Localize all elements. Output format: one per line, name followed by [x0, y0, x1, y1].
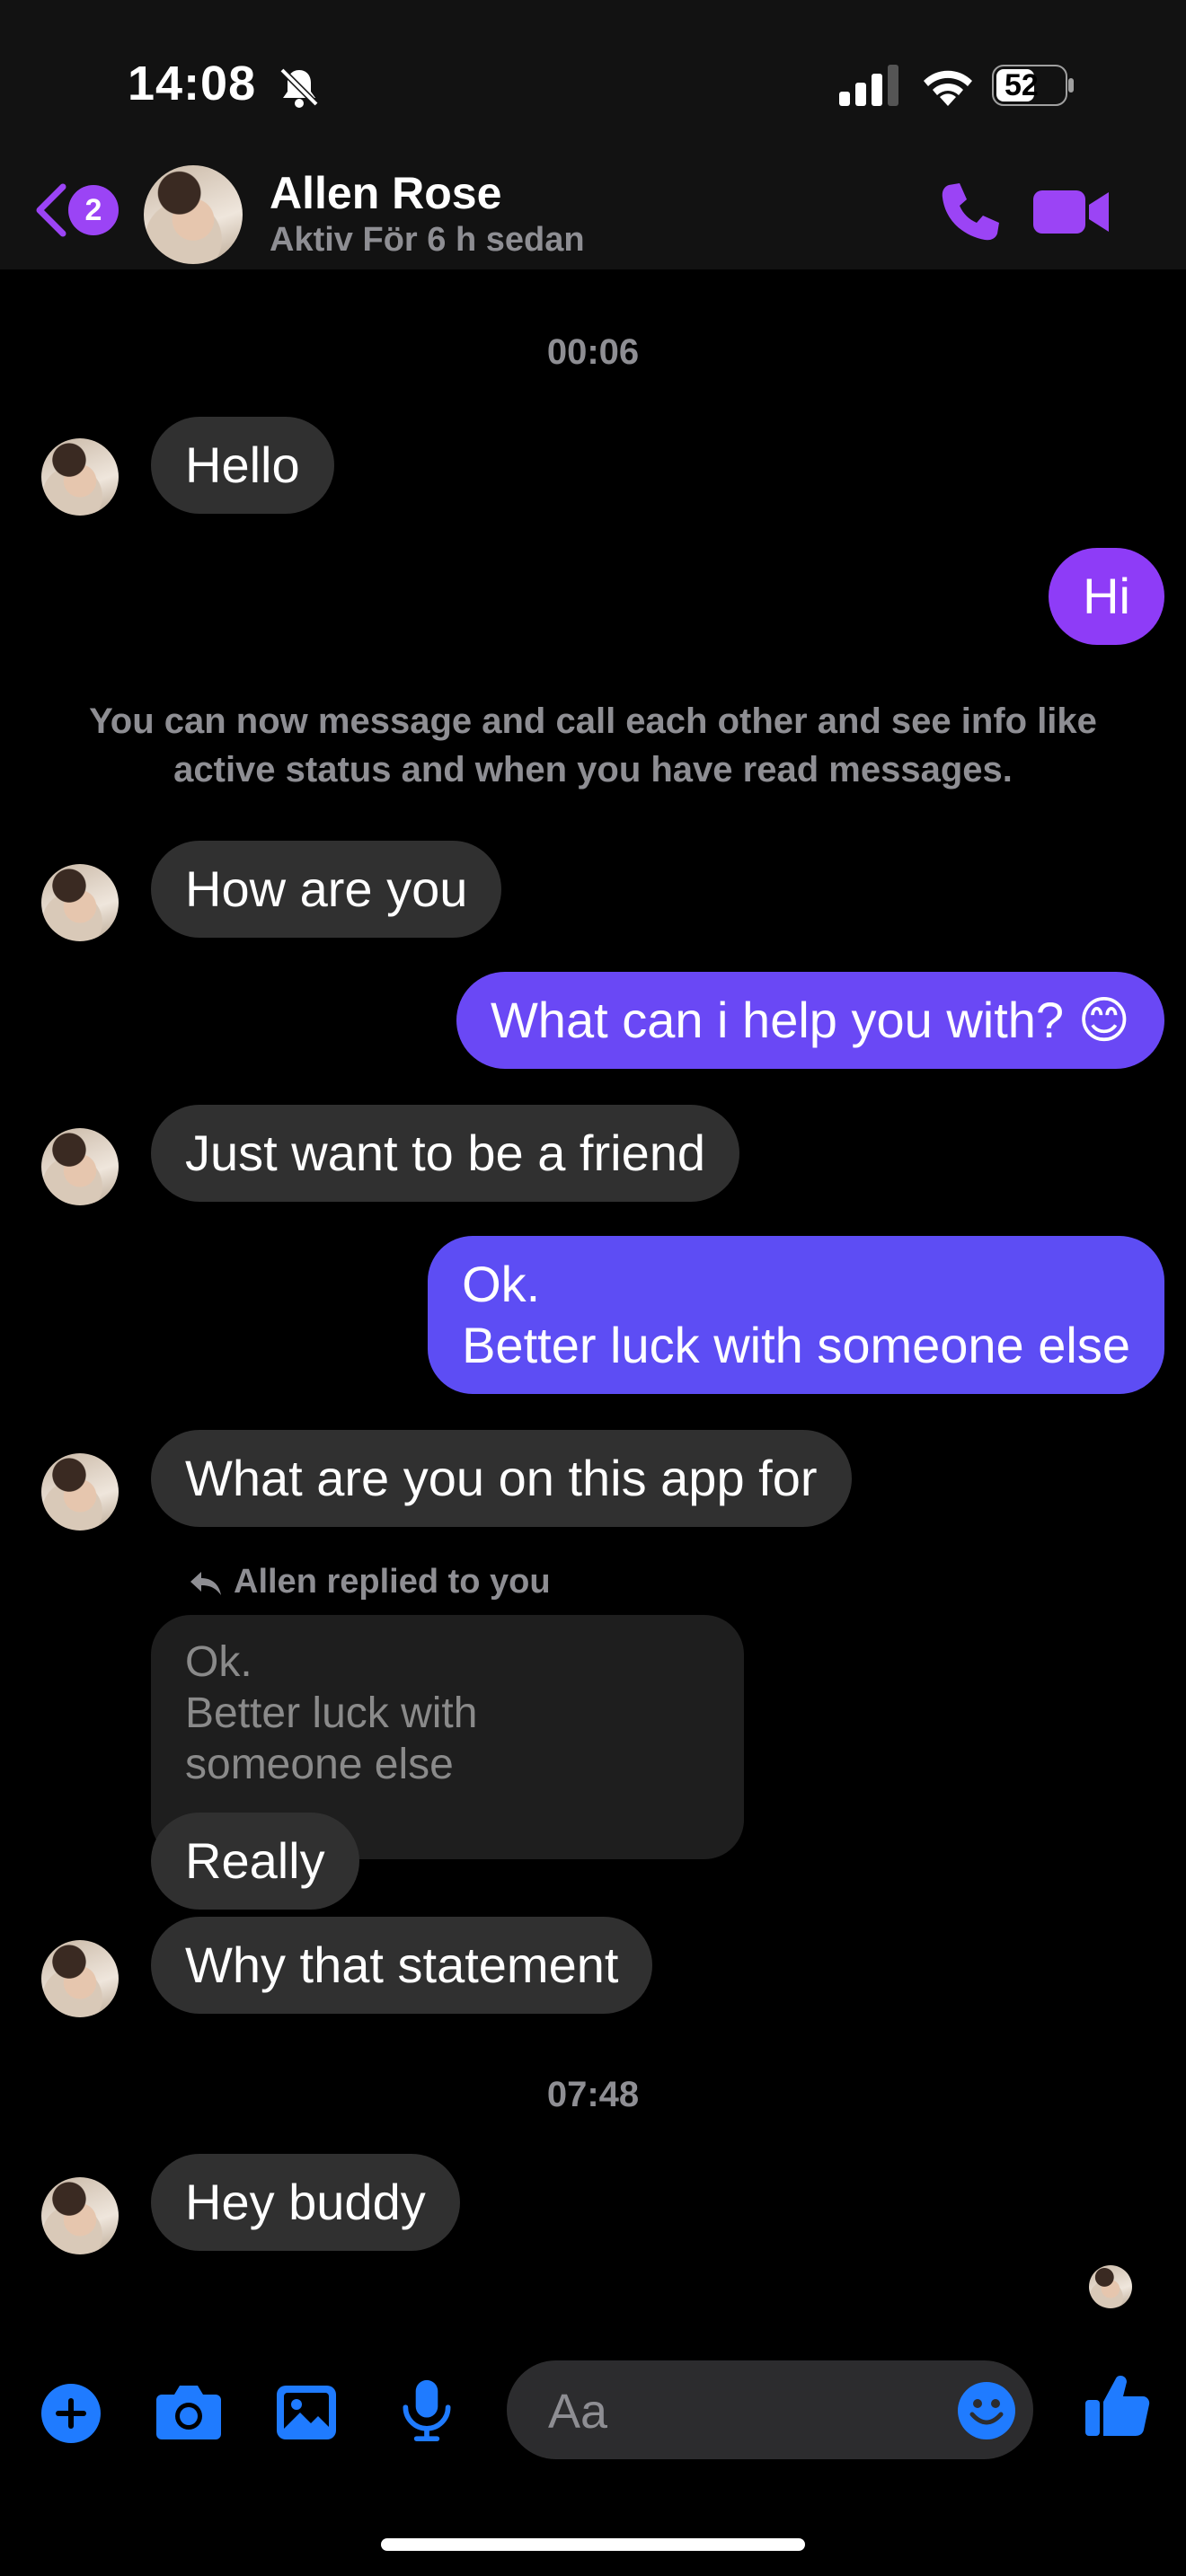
photo-icon[interactable] [275, 2382, 338, 2445]
reply-label: Allen replied to you [234, 1563, 551, 1601]
contact-name[interactable]: Allen Rose [270, 167, 501, 219]
wifi-icon [924, 70, 972, 106]
phone-icon[interactable] [936, 180, 1001, 244]
thumbs-up-icon[interactable] [1084, 2371, 1150, 2438]
video-call-icon[interactable] [1033, 185, 1109, 239]
bell-off-icon [279, 67, 319, 108]
incoming-message[interactable]: Hello [151, 417, 334, 514]
contact-avatar[interactable] [144, 165, 243, 264]
outgoing-message-multiline[interactable]: Ok. Better luck with someone else [428, 1236, 1164, 1394]
sender-avatar[interactable] [41, 1128, 119, 1205]
contact-active-status: Aktiv För 6 h sedan [270, 221, 585, 259]
system-notice: You can now message and call each other … [89, 701, 1097, 790]
incoming-message[interactable]: Why that statement [151, 1917, 653, 2014]
reply-arrow-icon [190, 1572, 221, 1595]
incoming-message[interactable]: How are you [151, 841, 502, 938]
sender-avatar[interactable] [41, 1940, 119, 2017]
back-chevron-icon[interactable] [32, 183, 68, 237]
outgoing-message[interactable]: Hi [1049, 548, 1164, 645]
emoji-icon[interactable] [956, 2380, 1017, 2441]
sender-avatar[interactable] [41, 2177, 119, 2254]
microphone-icon[interactable] [395, 2378, 458, 2441]
outgoing-message[interactable]: What can i help you with? 😊 [456, 972, 1164, 1069]
plus-icon[interactable] [40, 2382, 102, 2445]
camera-icon[interactable] [155, 2380, 223, 2443]
read-receipt-avatar [1089, 2265, 1132, 2308]
cell-signal-icon [839, 65, 898, 106]
incoming-message[interactable]: Really [151, 1813, 359, 1910]
home-indicator[interactable] [381, 2538, 805, 2551]
incoming-message[interactable]: What are you on this app for [151, 1430, 852, 1527]
sender-avatar[interactable] [41, 438, 119, 516]
sender-avatar[interactable] [41, 864, 119, 941]
message-line: Better luck with someone else [462, 1317, 1130, 1373]
status-time: 14:08 [128, 57, 257, 110]
message-timestamp: 00:06 [546, 332, 640, 372]
battery-level: 52 [1005, 68, 1039, 102]
incoming-message[interactable]: Hey buddy [151, 2154, 460, 2251]
incoming-message[interactable]: Just want to be a friend [151, 1105, 740, 1202]
message-input-placeholder: Aa [548, 2385, 608, 2439]
message-line: Ok. [462, 1256, 541, 1312]
message-timestamp: 07:48 [546, 2075, 640, 2114]
quoted-message-text: Ok. Better luck with someone else [185, 1638, 478, 1788]
battery-indicator: 52 [992, 65, 1075, 106]
unread-badge[interactable]: 2 [68, 185, 119, 235]
sender-avatar[interactable] [41, 1453, 119, 1531]
